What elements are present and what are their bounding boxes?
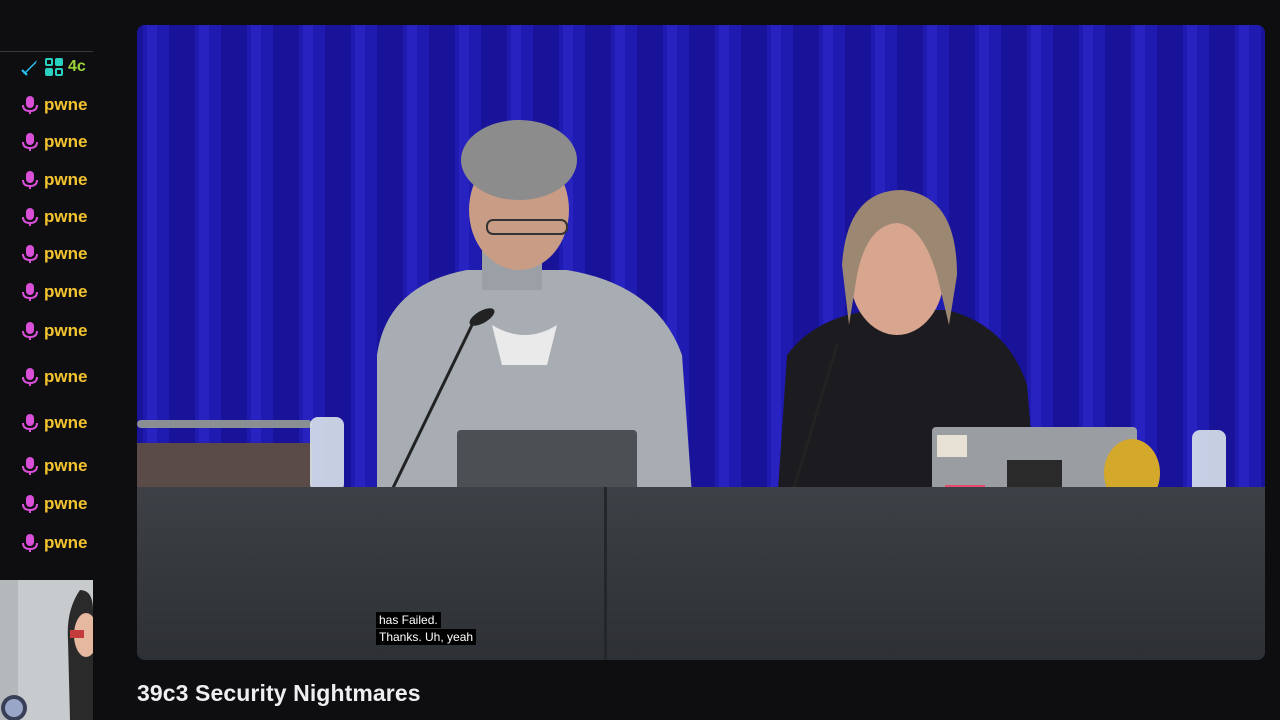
microphone-icon (22, 322, 38, 340)
chat-entry[interactable]: pwne (20, 493, 93, 515)
divider (0, 51, 93, 52)
chat-username: pwne (44, 413, 88, 432)
caption-line-1: has Failed. (376, 612, 441, 628)
microphone-icon (22, 96, 38, 114)
microphone-icon (22, 495, 38, 513)
chat-username: pwne (44, 282, 88, 301)
chat-entry[interactable]: pwne (20, 131, 93, 153)
chat-header-row[interactable]: 4c (20, 56, 93, 78)
chat-username: pwne (44, 456, 88, 475)
chat-entry[interactable]: pwne (20, 281, 93, 303)
sword-icon (21, 60, 37, 76)
caption-line-2: Thanks. Uh, yeah (376, 629, 477, 645)
chat-username: pwne (44, 95, 88, 114)
microphone-icon (22, 368, 38, 386)
microphone-icon (22, 208, 38, 226)
chat-username: pwne (44, 132, 88, 151)
chat-strip: 4c pwne pwne pwne pwne pwne pwne pwne pwne pwne p… (0, 0, 93, 580)
microphone-icon (22, 171, 38, 189)
badge-text: 4c (68, 58, 86, 75)
chat-entry[interactable]: pwne (20, 532, 93, 554)
chat-entry[interactable]: pwne (20, 169, 93, 191)
chat-username: pwne (44, 533, 88, 552)
microphone-icon (22, 457, 38, 475)
chat-username: pwne (44, 367, 88, 386)
microphone-icon (22, 133, 38, 151)
microphone-icon (22, 534, 38, 552)
chat-entry[interactable]: pwne (20, 94, 93, 116)
microphone-icon (22, 414, 38, 432)
stream-title: 39c3 Security Nightmares (137, 680, 421, 706)
microphone-icon (22, 245, 38, 263)
chat-entry[interactable]: pwne (20, 455, 93, 477)
chat-username: pwne (44, 170, 88, 189)
microphone-icon (22, 283, 38, 301)
chat-username: pwne (44, 207, 88, 226)
chat-entry[interactable]: pwne (20, 366, 93, 388)
chat-entry[interactable]: pwne (20, 243, 93, 265)
grid-badge-icon (45, 58, 63, 76)
chat-username: pwne (44, 494, 88, 513)
webcam-thumbnail[interactable] (0, 580, 93, 720)
video-frame (137, 25, 1265, 660)
chat-entry[interactable]: pwne (20, 320, 93, 342)
webcam-image (0, 580, 93, 720)
captions: has Failed. Thanks. Uh, yeah (376, 612, 477, 646)
chat-entry[interactable]: pwne (20, 412, 93, 434)
chat-username: pwne (44, 321, 88, 340)
chat-entry[interactable]: pwne (20, 206, 93, 228)
chat-username: pwne (44, 244, 88, 263)
video-player[interactable] (137, 25, 1265, 660)
